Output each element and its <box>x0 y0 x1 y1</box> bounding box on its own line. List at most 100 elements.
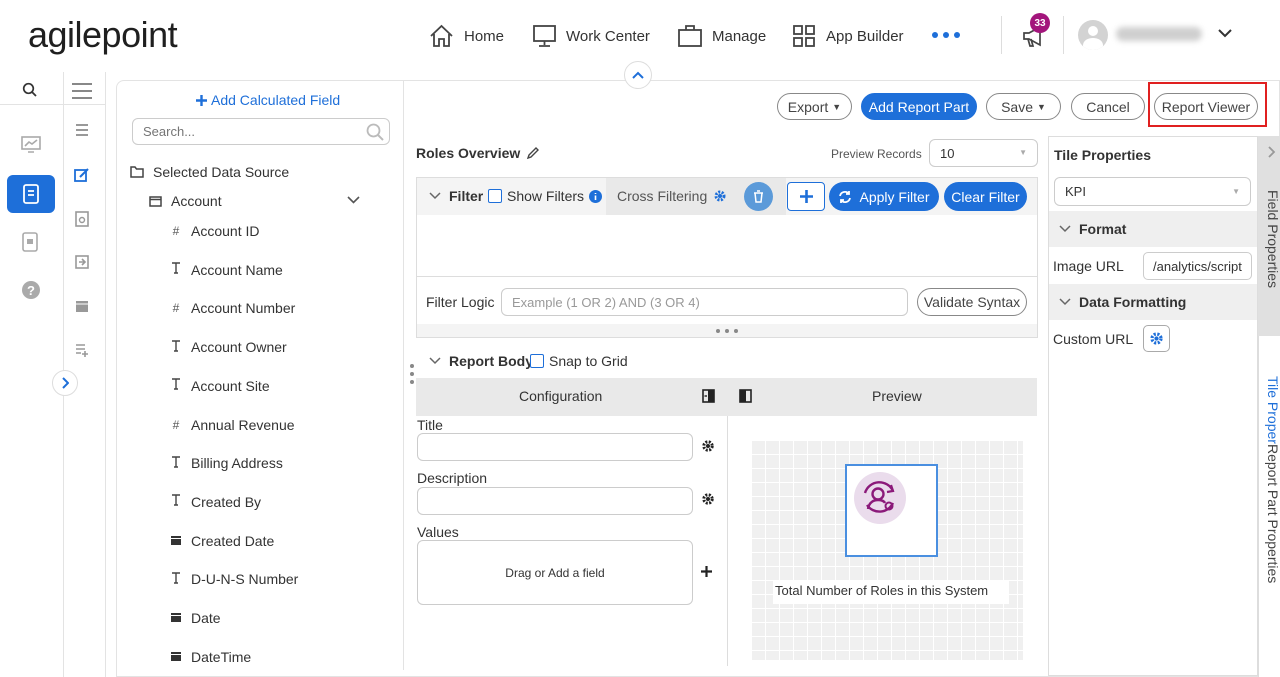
dashboard-monitor-icon[interactable] <box>21 136 41 154</box>
field-item[interactable]: # Account ID <box>170 223 260 239</box>
nav-home[interactable]: Home <box>428 20 504 52</box>
hamburger-menu-icon[interactable] <box>71 82 93 100</box>
validate-syntax-button[interactable]: Validate Syntax <box>917 288 1027 316</box>
monitor-icon <box>533 25 556 47</box>
expand-sidebar-button[interactable] <box>52 370 78 396</box>
chevron-down-icon[interactable] <box>347 196 360 204</box>
roles-kpi-icon <box>854 472 906 524</box>
pencil-icon[interactable] <box>526 146 540 160</box>
chevron-right-icon <box>62 377 69 389</box>
list-icon[interactable] <box>75 123 89 137</box>
checkbox-icon <box>530 354 544 368</box>
search-input[interactable] <box>132 118 390 145</box>
save-button[interactable]: Save ▼ <box>986 93 1061 120</box>
report-title[interactable]: Roles Overview <box>416 145 540 161</box>
user-name-blurred[interactable] <box>1116 27 1202 41</box>
gear-icon[interactable] <box>713 189 727 203</box>
tab-tile-properties[interactable]: Tile Proper <box>1265 376 1280 444</box>
chevron-down-icon[interactable] <box>429 192 441 200</box>
nav-app-builder[interactable]: App Builder <box>792 20 904 52</box>
cancel-button[interactable]: Cancel <box>1071 93 1145 120</box>
delete-filter-button[interactable] <box>744 182 773 211</box>
calendar-icon <box>170 534 182 548</box>
drag-handle-icon[interactable] <box>410 364 414 384</box>
add-report-part-button[interactable]: Add Report Part <box>861 93 977 120</box>
nav-manage[interactable]: Manage <box>677 20 766 52</box>
chevron-down-icon[interactable] <box>1218 28 1232 38</box>
trash-icon <box>754 190 763 203</box>
field-item[interactable]: Created Date <box>170 533 274 549</box>
apply-filter-button[interactable]: Apply Filter <box>829 182 939 211</box>
field-item-label: Account Owner <box>191 339 287 356</box>
clear-filter-button[interactable]: Clear Filter <box>944 182 1027 211</box>
custom-url-label: Custom URL <box>1053 331 1134 347</box>
custom-url-settings-button[interactable] <box>1143 325 1170 352</box>
snap-to-grid-checkbox[interactable]: Snap to Grid <box>530 353 628 369</box>
nav-work-center[interactable]: Work Center <box>532 20 650 52</box>
avatar[interactable] <box>1078 20 1108 50</box>
search-icon[interactable] <box>366 123 384 141</box>
save-label: Save <box>1001 98 1033 115</box>
description-input[interactable] <box>417 487 693 515</box>
export-button[interactable]: Export ▼ <box>777 93 852 120</box>
help-icon[interactable]: ? <box>21 280 41 300</box>
field-item[interactable]: Account Site <box>170 378 270 394</box>
preview-records-select[interactable]: 10 ▼ <box>929 139 1038 167</box>
collapse-left-icon[interactable] <box>702 389 715 403</box>
field-item[interactable]: DateTime <box>170 649 251 665</box>
field-item[interactable]: D-U-N-S Number <box>170 571 298 587</box>
show-filters-checkbox[interactable]: Show Filters <box>488 188 603 204</box>
plus-icon[interactable] <box>701 566 712 577</box>
chevron-down-icon <box>1059 298 1071 306</box>
add-filter-button[interactable] <box>787 182 825 211</box>
tile-properties-title: Tile Properties <box>1054 147 1152 163</box>
tab-field-properties[interactable]: Field Properties <box>1265 190 1280 288</box>
chevron-down-icon[interactable] <box>429 357 441 365</box>
nav-home-label: Home <box>464 27 505 45</box>
tab-report-part-properties[interactable]: Report Part Properties <box>1265 444 1280 583</box>
report-list-icon[interactable] <box>21 232 39 252</box>
field-item[interactable]: Billing Address <box>170 455 283 471</box>
text-type-icon <box>170 572 182 587</box>
resize-handle[interactable] <box>417 324 1037 337</box>
title-input[interactable] <box>417 433 693 461</box>
image-url-input[interactable]: /analytics/script <box>1143 252 1252 280</box>
add-calculated-field-link[interactable]: Add Calculated Field <box>196 92 340 108</box>
preview-doc-icon[interactable] <box>75 211 89 227</box>
cross-filtering-toggle[interactable]: Cross Filtering <box>617 188 727 204</box>
field-item[interactable]: # Account Number <box>170 300 296 317</box>
field-item[interactable]: Account Owner <box>170 339 287 355</box>
add-list-icon[interactable] <box>75 343 89 357</box>
export-icon[interactable] <box>75 255 89 269</box>
field-item-label: Created By <box>191 493 262 510</box>
search-icon[interactable] <box>22 82 38 98</box>
image-url-value: /analytics/script <box>1153 259 1242 274</box>
field-item[interactable]: Created By <box>170 494 261 510</box>
collapse-right-icon[interactable] <box>739 389 752 403</box>
agilepoint-logo[interactable]: agilepoint <box>28 14 178 56</box>
field-item[interactable]: Date <box>170 610 221 626</box>
format-section-header[interactable]: Format <box>1049 211 1257 247</box>
field-item[interactable]: Account Name <box>170 262 283 278</box>
more-icon[interactable] <box>932 32 960 38</box>
values-drop-zone[interactable]: Drag or Add a field <box>417 540 693 605</box>
highlight-box <box>1148 82 1267 127</box>
caret-down-icon: ▼ <box>1037 101 1046 112</box>
selected-data-source-node[interactable]: Selected Data Source <box>130 164 289 180</box>
gear-icon[interactable] <box>701 439 715 453</box>
edit-icon[interactable] <box>74 167 90 183</box>
field-item[interactable]: # Annual Revenue <box>170 417 295 433</box>
filter-logic-input[interactable]: Example (1 OR 2) AND (3 OR 4) <box>501 288 908 316</box>
calendar-icon[interactable] <box>75 299 89 313</box>
chevron-right-icon[interactable] <box>1268 146 1276 158</box>
selected-data-source-label: Selected Data Source <box>153 164 290 180</box>
tile-type-select[interactable]: KPI ▼ <box>1054 177 1251 206</box>
collapse-header-button[interactable] <box>624 61 652 89</box>
entity-account-node[interactable]: Account <box>149 193 222 209</box>
filter-label: Filter <box>449 188 484 204</box>
field-item-label: Account Number <box>191 300 296 317</box>
info-icon[interactable] <box>589 189 603 203</box>
values-field-label: Values <box>417 524 459 540</box>
gear-icon[interactable] <box>701 492 715 506</box>
data-formatting-section-header[interactable]: Data Formatting <box>1049 284 1257 320</box>
